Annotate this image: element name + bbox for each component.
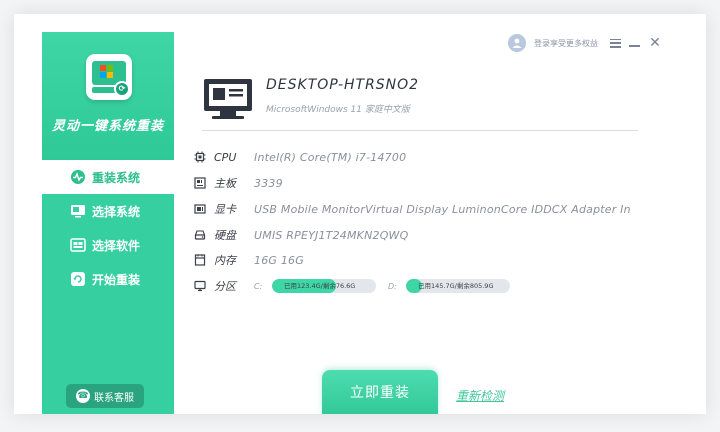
spec-row-cpu: CPU Intel(R) Core(TM) i7-14700 (194, 148, 406, 166)
spec-value: 3339 (254, 176, 283, 190)
partition-usage-text: 已用123.4G/剩余76.6G (284, 282, 356, 290)
spec-row-disk: 硬盘 UMIS RPEYJ1T24MKN2QWQ (194, 226, 409, 244)
graphics-card-icon (194, 203, 206, 215)
sidebar-item-select-system[interactable]: 选择系统 (42, 194, 174, 228)
menu-icon[interactable] (610, 38, 621, 48)
partition-usage-bar: 已用123.4G/剩余76.6G (272, 279, 376, 293)
headset-icon: ☎ (76, 389, 90, 403)
monitor-icon (70, 203, 86, 219)
reinstall-now-button[interactable]: 立即重装 (322, 370, 438, 414)
partition-letter: D: (388, 281, 397, 291)
cpu-icon (194, 151, 206, 163)
spec-label: CPU (214, 150, 237, 164)
spec-row-gpu: 显卡 USB Mobile MonitorVirtual Display Lum… (194, 200, 631, 218)
spec-label: 内存 (214, 254, 236, 267)
logo-area: ⟳ 灵动一键系统重装 (42, 32, 174, 160)
recheck-link[interactable]: 重新检测 (456, 387, 504, 404)
computer-icon (202, 77, 254, 121)
spec-label: 主板 (214, 177, 236, 190)
app-logo-icon: ⟳ (86, 54, 132, 100)
sidebar-item-label: 开始重装 (92, 272, 141, 287)
contact-support-label: 联系客服 (94, 392, 134, 404)
device-name: DESKTOP-HTRSNO2 (266, 77, 420, 93)
spec-row-memory: 内存 16G 16G (194, 251, 304, 269)
login-link[interactable]: 登录享受更多权益 (534, 38, 598, 49)
partition-d: D: 已用145.7G/剩余805.9G (388, 279, 510, 293)
sidebar-nav: 重装系统 选择系统 选择软件 开始重装 (42, 160, 174, 296)
title-bar-controls: 登录享受更多权益 ✕ (508, 33, 662, 53)
sidebar-item-start-reinstall[interactable]: 开始重装 (42, 262, 174, 296)
spec-value: 16G 16G (254, 253, 304, 267)
sidebar-item-reinstall-system[interactable]: 重装系统 (42, 160, 174, 194)
close-icon[interactable]: ✕ (648, 36, 662, 50)
os-name: MicrosoftWindows 11 家庭中文版 (266, 105, 410, 115)
spec-row-partition: 分区 C: 已用123.4G/剩余76.6G D: 已用145.7G/剩余805… (194, 277, 522, 295)
spec-value: USB Mobile MonitorVirtual Display Lumino… (254, 202, 631, 216)
pulse-icon (70, 169, 86, 185)
app-window: ⟳ 灵动一键系统重装 重装系统 选择系统 选择软件 开始重装 ☎ 联系客服 登录… (14, 14, 706, 414)
motherboard-icon (194, 177, 206, 189)
sidebar: ⟳ 灵动一键系统重装 重装系统 选择系统 选择软件 开始重装 ☎ 联系客服 (42, 32, 174, 414)
minimize-icon[interactable] (629, 45, 640, 47)
sidebar-item-label: 重装系统 (92, 170, 141, 185)
partition-letter: C: (254, 281, 263, 291)
spec-label: 分区 (214, 280, 236, 293)
sidebar-item-select-software[interactable]: 选择软件 (42, 228, 174, 262)
sidebar-item-label: 选择软件 (92, 238, 141, 253)
hard-disk-icon (194, 229, 206, 241)
memory-icon (194, 254, 206, 266)
spec-value: Intel(R) Core(TM) i7-14700 (254, 150, 407, 164)
app-title: 灵动一键系统重装 (51, 119, 164, 134)
divider (202, 130, 638, 131)
spec-label: 硬盘 (214, 229, 236, 242)
sidebar-item-label: 选择系统 (92, 204, 141, 219)
refresh-icon (70, 271, 86, 287)
monitor-icon (194, 280, 206, 292)
contact-support-button[interactable]: ☎ 联系客服 (66, 384, 144, 408)
spec-row-motherboard: 主板 3339 (194, 174, 283, 192)
partition-c: C: 已用123.4G/剩余76.6G (254, 279, 376, 293)
partition-usage-text: 已用145.7G/剩余805.9G (418, 282, 494, 290)
spec-value: UMIS RPEYJ1T24MKN2QWQ (254, 228, 409, 242)
spec-label: 显卡 (214, 203, 236, 216)
partition-usage-bar: 已用145.7G/剩余805.9G (406, 279, 510, 293)
user-avatar-icon[interactable] (508, 34, 526, 52)
apps-icon (70, 237, 86, 253)
